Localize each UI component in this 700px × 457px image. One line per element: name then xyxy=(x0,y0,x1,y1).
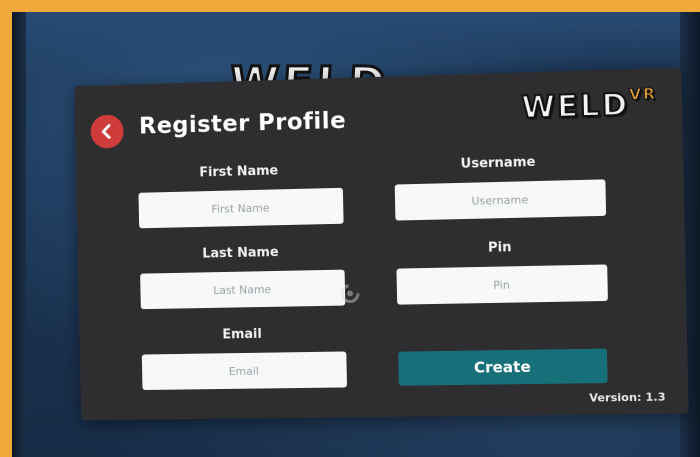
page-title: Register Profile xyxy=(139,108,347,140)
chevron-left-icon xyxy=(98,122,116,140)
email-label: Email xyxy=(139,326,346,344)
username-field[interactable] xyxy=(395,179,606,220)
weldvr-logo-sup: VR xyxy=(629,85,657,104)
pin-label: Pin xyxy=(394,238,607,258)
username-label: Username xyxy=(392,153,605,174)
first-name-field[interactable] xyxy=(138,188,343,228)
last-name-field[interactable] xyxy=(140,270,345,310)
back-button[interactable] xyxy=(90,114,124,148)
register-profile-panel: Register Profile WELDVR First Name Last … xyxy=(74,68,688,421)
scene-pillar-left xyxy=(12,12,26,457)
version-label: Version: 1.3 xyxy=(589,390,666,404)
vr-scene: WELDVR Register Profile WELDVR First Nam… xyxy=(12,12,700,457)
last-name-label: Last Name xyxy=(138,244,345,263)
first-name-label: First Name xyxy=(136,162,343,182)
create-button[interactable]: Create xyxy=(398,349,607,386)
vr-pointer-icon xyxy=(339,282,361,304)
weldvr-logo: WELDVR xyxy=(521,87,658,126)
pin-field[interactable] xyxy=(396,264,607,304)
email-field[interactable] xyxy=(142,351,347,390)
weldvr-logo-text: WELD xyxy=(521,87,630,126)
